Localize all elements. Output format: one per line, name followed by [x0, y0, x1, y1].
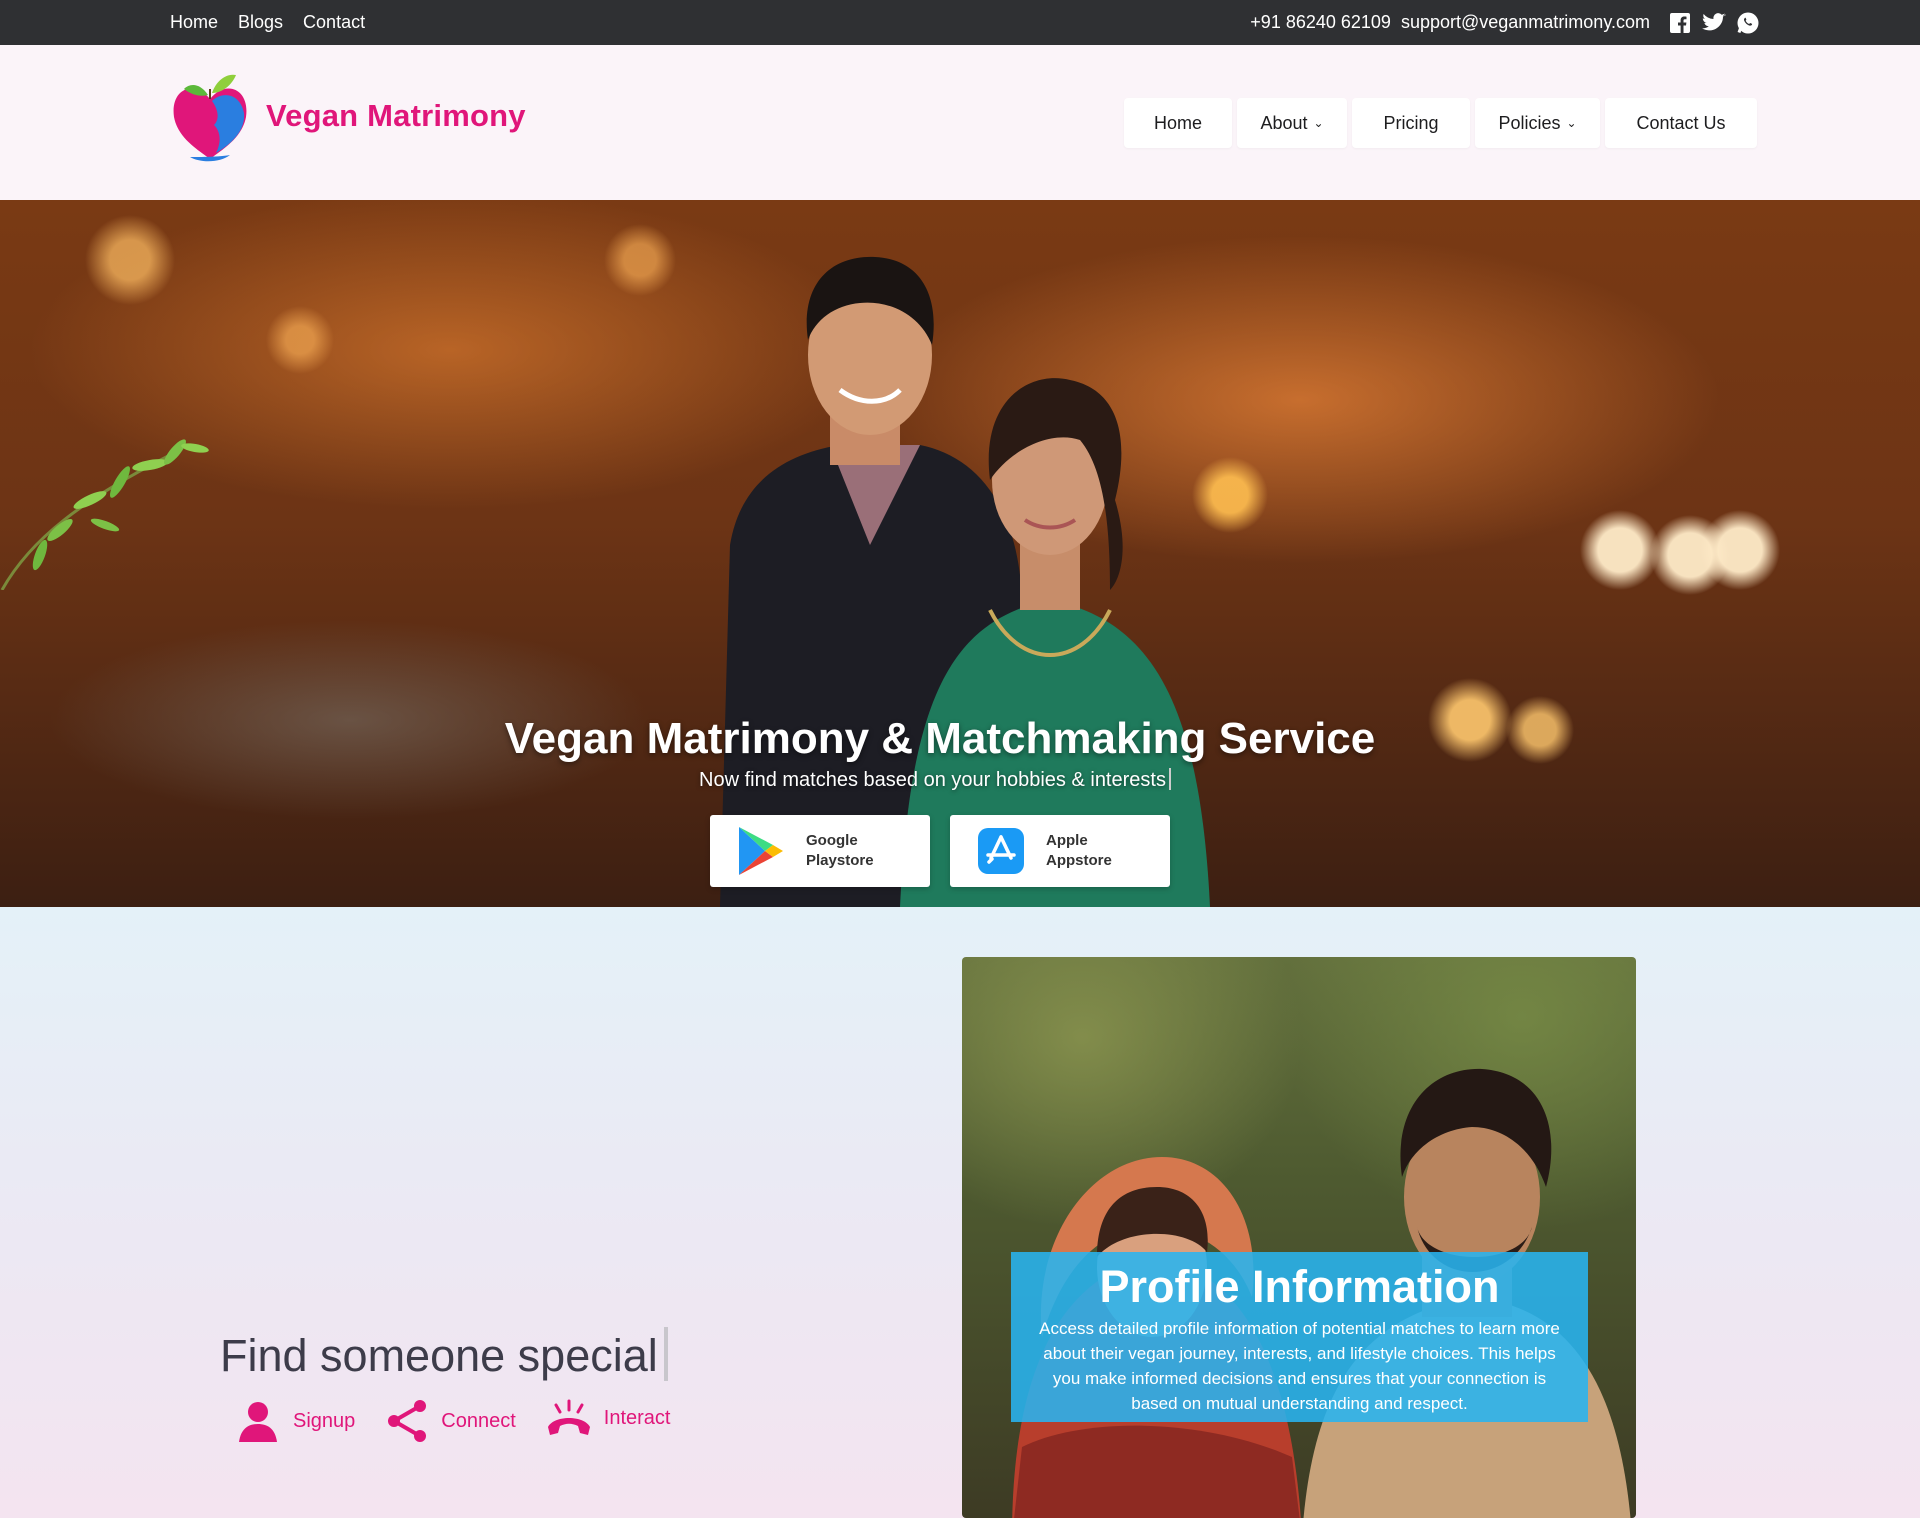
step-connect[interactable]: Connect [387, 1400, 516, 1442]
google-play-icon [736, 826, 786, 876]
top-link-contact[interactable]: Contact [303, 12, 365, 33]
hero-banner: Vegan Matrimony & Matchmaking Service No… [0, 200, 1920, 907]
nav-pricing[interactable]: Pricing [1352, 98, 1470, 148]
hero-subtitle-text: Now find matches based on your hobbies &… [699, 769, 1166, 791]
social-links [1668, 11, 1760, 35]
step-signup-label: Signup [293, 1409, 356, 1432]
profile-info-card: Profile Information Access detailed prof… [962, 957, 1636, 1518]
chevron-down-icon: ⌄ [1313, 116, 1324, 130]
google-line2: Playstore [806, 852, 874, 869]
leaf-branch-icon [0, 439, 209, 590]
apple-line2: Appstore [1046, 852, 1112, 869]
step-interact[interactable]: Interact [544, 1397, 671, 1439]
main-nav: Home About ⌄ Pricing Policies ⌄ Contact … [1124, 98, 1757, 148]
site-header: Vegan Matrimony Home About ⌄ Pricing Pol… [0, 45, 1920, 200]
top-link-home[interactable]: Home [170, 12, 218, 33]
find-heading-text: Find someone special [220, 1330, 658, 1381]
nav-home[interactable]: Home [1124, 98, 1232, 148]
nav-policies-label: Policies [1498, 112, 1561, 133]
top-contact-info: +91 86240 62109 support@veganmatrimony.c… [1250, 0, 1760, 45]
phone-number[interactable]: +91 86240 62109 [1250, 12, 1391, 33]
profile-info-box: Profile Information Access detailed prof… [1011, 1252, 1588, 1422]
google-playstore-button[interactable]: Google Playstore [710, 815, 930, 887]
typing-caret [663, 1327, 668, 1381]
nav-contact-us[interactable]: Contact Us [1605, 98, 1757, 148]
nav-home-label: Home [1153, 112, 1202, 133]
nav-pricing-label: Pricing [1383, 112, 1439, 133]
hero-title: Vegan Matrimony & Matchmaking Service [504, 714, 1376, 763]
apple-appstore-label: Apple Appstore [1046, 831, 1112, 871]
step-interact-label: Interact [603, 1406, 671, 1429]
phone-ringing-icon [544, 1397, 594, 1439]
twitter-icon[interactable] [1702, 11, 1726, 35]
features-section: Find someone special Signup Connect Inte… [0, 907, 1920, 1518]
nav-about-label: About [1260, 112, 1308, 133]
brand-name: Vegan Matrimony [266, 98, 526, 133]
heart-apple-logo-icon [173, 74, 247, 162]
nav-about[interactable]: About ⌄ [1237, 98, 1347, 148]
google-playstore-label: Google Playstore [806, 831, 874, 871]
share-icon [387, 1400, 427, 1442]
google-line1: Google [806, 832, 858, 849]
steps-row: Signup Connect Interact [237, 1397, 671, 1442]
top-bar: Home Blogs Contact +91 86240 62109 suppo… [0, 0, 1920, 45]
user-icon [237, 1400, 279, 1442]
step-connect-label: Connect [441, 1409, 516, 1432]
nav-contact-us-label: Contact Us [1636, 112, 1726, 133]
step-signup[interactable]: Signup [237, 1400, 355, 1442]
apple-line1: Apple [1046, 832, 1088, 849]
nav-policies[interactable]: Policies ⌄ [1475, 98, 1600, 148]
facebook-icon[interactable] [1668, 11, 1692, 35]
profile-info-title: Profile Information [1099, 1261, 1500, 1312]
top-links: Home Blogs Contact [170, 0, 365, 45]
brand-logo[interactable]: Vegan Matrimony [170, 69, 526, 163]
top-link-blogs[interactable]: Blogs [238, 12, 283, 33]
app-store-icon [976, 826, 1026, 876]
typing-caret [1168, 768, 1171, 790]
profile-info-text: Access detailed profile information of p… [1039, 1319, 1560, 1413]
find-heading: Find someone special [220, 1327, 668, 1382]
apple-appstore-button[interactable]: Apple Appstore [950, 815, 1170, 887]
chevron-down-icon: ⌄ [1566, 116, 1577, 130]
hero-subtitle: Now find matches based on your hobbies &… [0, 768, 1870, 792]
whatsapp-icon[interactable] [1736, 11, 1760, 35]
support-email[interactable]: support@veganmatrimony.com [1401, 12, 1650, 33]
